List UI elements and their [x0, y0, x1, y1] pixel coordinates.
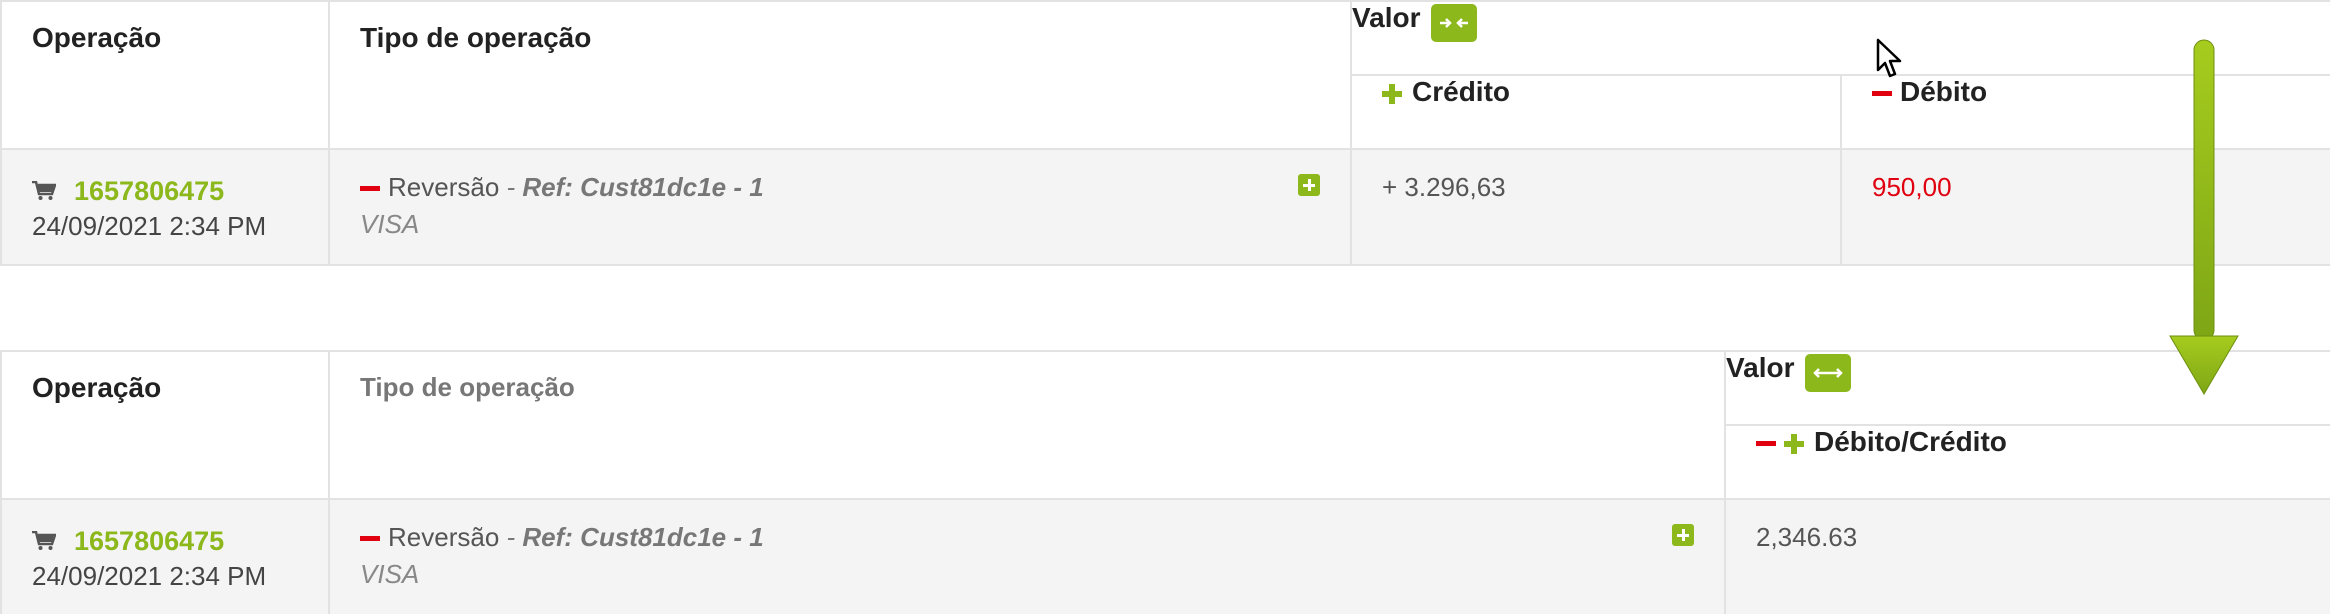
expand-row-button[interactable]: [1298, 174, 1320, 196]
credit-amount: + 3.296,63: [1382, 172, 1506, 202]
tipo-cell: Reversão - Ref: Cust81dc1e - 1 VISA: [328, 498, 1726, 614]
header-debito-label: Débito: [1900, 76, 1988, 107]
operation-ref: Ref: Cust81dc1e - 1: [522, 522, 764, 552]
operation-date: 24/09/2021 2:34 PM: [32, 561, 267, 591]
tipo-cell: Reversão - Ref: Cust81dc1e - 1 VISA: [328, 148, 1352, 266]
debit-amount: 950,00: [1872, 172, 1952, 202]
card-brand: VISA: [360, 209, 420, 239]
header-credito-label: Crédito: [1412, 76, 1510, 107]
operation-id-link[interactable]: 1657806475: [74, 526, 224, 556]
expand-row-button[interactable]: [1672, 524, 1694, 546]
header-operacao-label: Operação: [32, 22, 162, 53]
plus-icon: [1784, 433, 1804, 454]
minus-icon: [360, 186, 380, 192]
card-brand: VISA: [360, 559, 420, 589]
mouse-cursor-icon: [1876, 38, 1902, 78]
amount-cell: 2,346.63: [1724, 498, 2330, 614]
shopping-cart-icon: [32, 531, 56, 550]
operations-table-expanded: Operação Tipo de operação Valor Crédito …: [0, 0, 2330, 266]
total-amount: 2,346.63: [1756, 522, 1858, 552]
expand-arrows-icon: [1813, 367, 1843, 378]
header-operacao: Operação: [0, 350, 330, 500]
operacao-cell: 1657806475 24/09/2021 2:34 PM: [0, 148, 330, 266]
ref-separator: -: [499, 172, 523, 202]
operation-type: Reversão: [388, 172, 500, 202]
header-tipo-label: Tipo de operação: [360, 22, 592, 53]
header-credito: Crédito: [1350, 74, 1842, 150]
header-valor-label: Valor: [1352, 2, 1421, 33]
operation-type: Reversão: [388, 522, 500, 552]
header-tipo-label: Tipo de operação: [360, 372, 575, 402]
table-row: 1657806475 24/09/2021 2:34 PM Reversão -…: [0, 148, 2330, 266]
operation-ref: Ref: Cust81dc1e - 1: [522, 172, 764, 202]
annotation-arrow-icon: [2169, 39, 2239, 395]
header-operacao-label: Operação: [32, 372, 162, 403]
plus-icon: [1382, 83, 1402, 104]
header-debito: Débito: [1840, 74, 2330, 150]
debit-cell: 950,00: [1840, 148, 2330, 266]
collapse-arrows-icon: [1439, 17, 1468, 28]
collapse-columns-button[interactable]: [1430, 3, 1477, 42]
credit-cell: + 3.296,63: [1350, 148, 1842, 266]
operations-table-collapsed: Operação Tipo de operação Valor Débito/C…: [0, 350, 2330, 614]
minus-icon: [1872, 91, 1892, 97]
operation-date: 24/09/2021 2:34 PM: [32, 211, 267, 241]
header-operacao: Operação: [0, 0, 330, 150]
header-debito-credito-label: Débito/Crédito: [1814, 426, 2007, 457]
operacao-cell: 1657806475 24/09/2021 2:34 PM: [0, 498, 330, 614]
shopping-cart-icon: [32, 181, 56, 200]
ref-separator: -: [499, 522, 523, 552]
header-valor-label: Valor: [1726, 352, 1795, 383]
expand-columns-button[interactable]: [1804, 353, 1851, 392]
header-tipo-operacao: Tipo de operação: [328, 350, 1726, 500]
operation-id-link[interactable]: 1657806475: [74, 176, 224, 206]
minus-icon: [1756, 441, 1776, 447]
minus-icon: [360, 536, 380, 542]
table-row: 1657806475 24/09/2021 2:34 PM Reversão -…: [0, 498, 2330, 614]
header-tipo-operacao: Tipo de operação: [328, 0, 1352, 150]
header-debito-credito: Débito/Crédito: [1724, 424, 2330, 500]
